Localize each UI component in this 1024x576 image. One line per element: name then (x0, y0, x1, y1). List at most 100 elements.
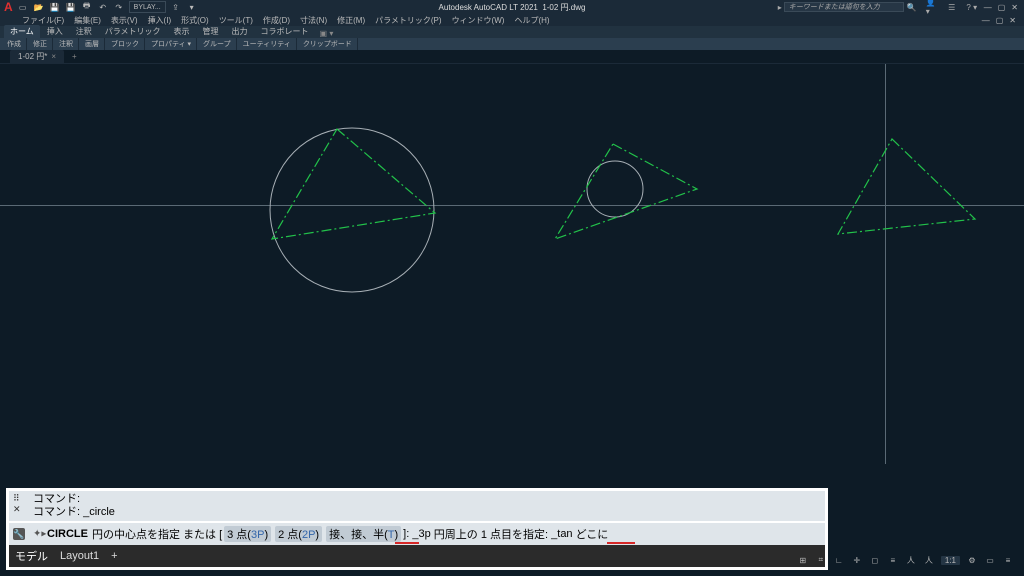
menu-edit[interactable]: 編集(E) (74, 15, 101, 26)
status-person-icon[interactable]: 人 (905, 554, 917, 566)
quick-access-toolbar: ▭ 📂 💾 💾 🖶 ↶ ↷ BYLAY... ⇪ ▾ (17, 1, 198, 13)
ribbon-panels: 作成 修正 注釈 画層 ブロック プロパティ ▾ グループ ユーティリティ クリ… (0, 38, 1024, 50)
drawing-canvas[interactable] (0, 64, 1024, 464)
command-prompt-text: 円の中心点を指定 または [ (92, 526, 222, 542)
status-bar: ⊞ ⌗ ∟ ✛ ◻ ≡ 人 人 1:1 ⚙ ▭ ≡ (797, 554, 1014, 566)
saveas-icon[interactable]: 💾 (65, 1, 77, 13)
status-gear-icon[interactable]: ⚙ (966, 554, 978, 566)
help-arrow-icon[interactable]: ▸ (778, 3, 782, 12)
panel-block[interactable]: ブロック (106, 38, 145, 50)
history-grip-icon[interactable]: ⠿✕ (13, 493, 21, 515)
menu-file[interactable]: ファイル(F) (22, 15, 64, 26)
drawing-svg (0, 64, 1024, 464)
wrench-icon[interactable]: 🔧 (13, 528, 25, 540)
save-icon[interactable]: 💾 (49, 1, 61, 13)
menu-insert[interactable]: 挿入(I) (148, 15, 172, 26)
search-icon[interactable]: 🔍 (906, 1, 918, 13)
status-scale-ratio[interactable]: 1:1 (941, 556, 960, 565)
menu-view[interactable]: 表示(V) (111, 15, 138, 26)
ribbon-tab-collaborate[interactable]: コラボレート (255, 25, 315, 38)
document-tab[interactable]: 1-02 円* × (10, 50, 64, 63)
more-icon[interactable]: ▾ (186, 1, 198, 13)
ribbon-tab-insert[interactable]: 挿入 (41, 25, 69, 38)
undo-icon[interactable]: ↶ (97, 1, 109, 13)
layout-tab-model[interactable]: モデル (15, 548, 48, 564)
command-history-line: コマンド: _circle (33, 506, 819, 519)
status-lineweight-icon[interactable]: ≡ (887, 554, 899, 566)
share-icon[interactable]: ⇪ (170, 1, 182, 13)
redo-icon[interactable]: ↷ (113, 1, 125, 13)
close-icon[interactable]: ✕ (1011, 3, 1018, 12)
menu-window[interactable]: ウィンドウ(W) (452, 15, 505, 26)
panel-clip[interactable]: クリップボード (298, 38, 358, 50)
app-logo[interactable]: A (0, 0, 17, 14)
layer-display[interactable]: BYLAY... (129, 1, 166, 13)
status-polar-icon[interactable]: ✛ (851, 554, 863, 566)
panel-annot[interactable]: 注釈 (54, 38, 79, 50)
ribbon-tab-output[interactable]: 出力 (226, 25, 254, 38)
signin-icon[interactable]: 👤 ▾ (926, 1, 938, 13)
open-icon[interactable]: 📂 (33, 1, 45, 13)
panel-util[interactable]: ユーティリティ (238, 38, 297, 50)
status-grid-icon[interactable]: ⊞ (797, 554, 809, 566)
help-icon[interactable]: ? ▾ (966, 1, 978, 13)
print-icon[interactable]: 🖶 (81, 1, 93, 13)
document-tabs: 1-02 円* × + (0, 50, 1024, 64)
apps-icon[interactable]: ☰ (946, 1, 958, 13)
menu-modify[interactable]: 修正(M) (337, 15, 365, 26)
ribbon-tab-home[interactable]: ホーム (4, 25, 40, 38)
command-prompt-where: どこに (576, 526, 609, 542)
status-scale-icon[interactable]: 人 (923, 554, 935, 566)
maximize-icon[interactable]: ▢ (998, 3, 1006, 12)
doc-maximize-icon[interactable]: ▢ (996, 16, 1004, 25)
title-bar: A ▭ 📂 💾 💾 🖶 ↶ ↷ BYLAY... ⇪ ▾ Autodesk Au… (0, 0, 1024, 14)
menu-format[interactable]: 形式(O) (181, 15, 209, 26)
panel-layer[interactable]: 画層 (80, 38, 105, 50)
new-icon[interactable]: ▭ (17, 1, 29, 13)
document-tab-new-icon[interactable]: + (66, 52, 83, 61)
ribbon-tab-manage[interactable]: 管理 (197, 25, 225, 38)
command-option-2p[interactable]: 2 点(2P) (275, 526, 322, 542)
document-tab-close-icon[interactable]: × (51, 52, 56, 61)
command-entered-tan: _tan (551, 528, 572, 540)
command-history: ⠿✕ コマンド: コマンド: _circle (9, 491, 825, 521)
menu-parametric[interactable]: パラメトリック(P) (375, 15, 441, 26)
command-star-icon: ✦▸ (33, 529, 46, 540)
command-name: CIRCLE (47, 528, 88, 540)
menu-help[interactable]: ヘルプ(H) (514, 15, 549, 26)
layout-tab-layout1[interactable]: Layout1 (60, 550, 99, 562)
status-osnap-icon[interactable]: ◻ (869, 554, 881, 566)
command-prompt-pt1: 円周上の 1 点目を指定: (434, 526, 548, 542)
ribbon-tab-annotate[interactable]: 注釈 (70, 25, 98, 38)
panel-modify[interactable]: 修正 (28, 38, 53, 50)
layout-tab-add-icon[interactable]: + (111, 550, 117, 562)
search-input[interactable]: キーワードまたは語句を入力 (784, 2, 904, 12)
panel-group[interactable]: グループ (198, 38, 237, 50)
menu-tool[interactable]: ツール(T) (219, 15, 253, 26)
doc-close-icon[interactable]: ✕ (1009, 16, 1016, 25)
command-line[interactable]: 🔧 ✦▸ CIRCLE 円の中心点を指定 または [ 3 点(3P) 2 点(2… (9, 523, 825, 545)
panel-prop[interactable]: プロパティ ▾ (146, 38, 197, 50)
command-entered-3p: _3p (412, 528, 430, 540)
ribbon-tab-apps[interactable]: ▣ ▾ (320, 29, 334, 38)
status-snap-icon[interactable]: ⌗ (815, 554, 827, 566)
window-controls: — ▢ ✕ (978, 3, 1024, 12)
command-history-line: コマンド: (33, 493, 819, 506)
annotation-underline (395, 542, 419, 544)
ribbon-tab-parametric[interactable]: パラメトリック (99, 25, 167, 38)
command-option-ttr[interactable]: 接、接、半(T) (326, 526, 401, 542)
command-window[interactable]: ⠿✕ コマンド: コマンド: _circle 🔧 ✦▸ CIRCLE 円の中心点… (6, 488, 828, 570)
layout-tabs: モデル Layout1 + (9, 545, 825, 567)
status-ortho-icon[interactable]: ∟ (833, 554, 845, 566)
document-tab-label: 1-02 円* (18, 51, 47, 62)
doc-minimize-icon[interactable]: — (982, 16, 990, 25)
panel-draw[interactable]: 作成 (2, 38, 27, 50)
status-menu-icon[interactable]: ≡ (1002, 554, 1014, 566)
menu-dim[interactable]: 寸法(N) (300, 15, 327, 26)
minimize-icon[interactable]: — (984, 3, 992, 12)
menu-draw[interactable]: 作成(D) (263, 15, 290, 26)
annotation-underline (607, 542, 635, 544)
ribbon-tab-view[interactable]: 表示 (168, 25, 196, 38)
command-option-3p[interactable]: 3 点(3P) (224, 526, 271, 542)
status-max-icon[interactable]: ▭ (984, 554, 996, 566)
